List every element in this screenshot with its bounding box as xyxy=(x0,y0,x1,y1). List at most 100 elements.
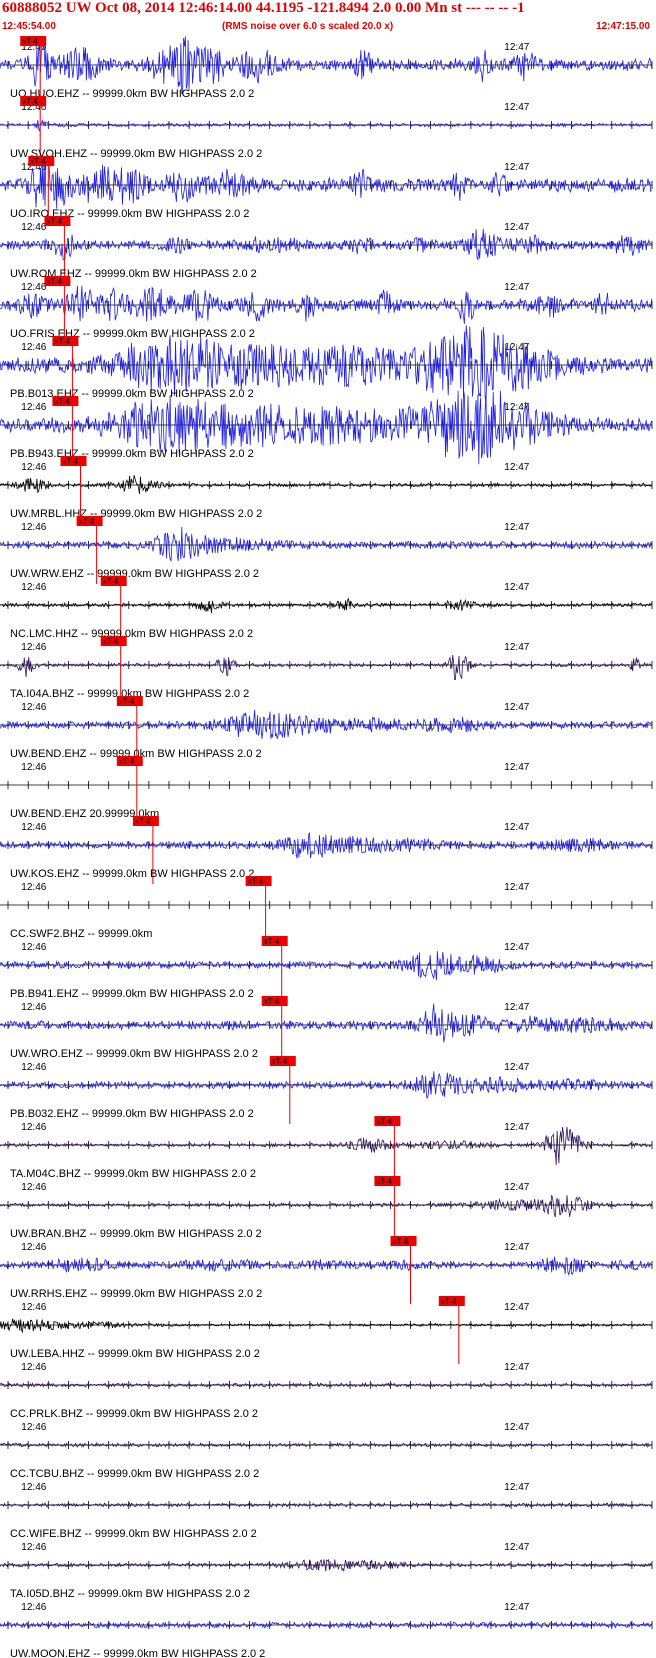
time-label: 12:46 xyxy=(21,522,46,533)
station-label: UW.LEBA.HHZ -- 99999.0km BW HIGHPASS 2.0… xyxy=(10,1348,260,1360)
pick-label: xT-4 xyxy=(54,337,70,346)
time-label: 12:46 xyxy=(21,1062,46,1073)
time-label: 12:46 xyxy=(21,1302,46,1313)
station-label: UO.FRIS.EHZ -- 99999.0km BW HIGHPASS 2.0… xyxy=(10,328,255,340)
trace-19: 12:46 12:47 xT-4 UW.BRAN.BHZ -- 99999.0km B… xyxy=(0,1176,653,1244)
station-label: CC.SWF2.BHZ -- 99999.0km xyxy=(10,928,152,940)
trace-6: 12:46 12:47xT-4PB.B943.EHZ -- 99999.0km B… xyxy=(0,389,653,465)
pick-label: xT-4 xyxy=(119,697,135,706)
waveform xyxy=(0,1003,652,1043)
trace-15: 12:46 12:47 xT-4 PB.B941.EHZ -- 99999.0km B… xyxy=(0,936,653,1004)
station-label: UW.MRBL.HHZ -- 99999.0km BW HIGHPASS 2.0… xyxy=(10,508,262,520)
pick-label: xT-4 xyxy=(46,217,62,226)
trace-18: 12:46 12:47 xT-4 TA.M04C.BHZ -- 99999.0km B… xyxy=(0,1116,653,1184)
time-label: 12:46 xyxy=(21,822,46,833)
time-label: 12:47 xyxy=(504,102,529,113)
trace-14: 12:46 12:47 xT-4 CC.SWF2.BHZ -- 99999.0km xyxy=(0,876,653,944)
pick-label: xT-4 xyxy=(22,37,38,46)
trace-2: 12:46 12:47xT-4UO.IRO.EHZ -- 99999.0km BW… xyxy=(0,155,653,224)
time-label: 12:46 xyxy=(21,402,46,413)
time-label: 12:47 xyxy=(504,582,529,593)
station-label: UW.WRO.EHZ -- 99999.0km BW HIGHPASS 2.0 … xyxy=(10,1048,258,1060)
time-label: 12:47 xyxy=(504,1542,529,1553)
pick-label: xT-4 xyxy=(393,1237,409,1246)
pick-label: xT-4 xyxy=(264,937,280,946)
trace-25: 12:46 12:47 TA.I05D.BHZ -- 99999.0km BW HI… xyxy=(0,1542,653,1600)
trace-10: 12:46 12:47xT-4TA.I04A.BHZ -- 99999.0km B… xyxy=(0,636,653,704)
pick-label: xT-4 xyxy=(54,397,70,406)
waveform xyxy=(0,951,652,981)
pick-label: xT-4 xyxy=(119,757,135,766)
time-label: 12:47 xyxy=(504,1182,529,1193)
station-label: PB.B941.EHZ -- 99999.0km BW HIGHPASS 2.0… xyxy=(10,988,254,1000)
pick-label: xT-4 xyxy=(103,637,119,646)
time-label: 12:47 xyxy=(504,1122,529,1133)
trace-9: 12:46 12:47 xT-4NC.LMC.HHZ -- 99999.0km BW… xyxy=(0,576,653,644)
station-label: UW.BRAN.BHZ -- 99999.0km BW HIGHPASS 2.0… xyxy=(10,1228,262,1240)
time-label: 12:46 xyxy=(21,642,46,653)
trace-7: 12:46 12:47 xT-4UW.MRBL.HHZ -- 99999.0km B… xyxy=(0,456,653,524)
station-label: CC.PRLK.BHZ -- 99999.0km BW HIGHPASS 2.0… xyxy=(10,1408,258,1420)
time-label: 12:47 xyxy=(504,162,529,173)
trace-11: 12:46 12:47xT-4UW.BEND.EHZ -- 99999.0km B… xyxy=(0,696,653,764)
station-label: NC.LMC.HHZ -- 99999.0km BW HIGHPASS 2.0 … xyxy=(10,628,253,640)
time-label: 12:46 xyxy=(21,1362,46,1373)
time-label: 12:46 xyxy=(21,882,46,893)
waveform xyxy=(0,654,652,681)
pick-label: xT-4 xyxy=(79,517,95,526)
pick-label: xT-4 xyxy=(22,97,38,106)
time-label: 12:46 xyxy=(21,222,46,233)
time-label: 12:47 xyxy=(504,822,529,833)
pick-label: xT-4 xyxy=(30,157,46,166)
time-label: 12:46 xyxy=(21,1422,46,1433)
station-label: PB.B943.EHZ -- 99999.0km BW HIGHPASS 2.0… xyxy=(10,448,254,460)
seismogram-plot: 12:46 12:47xT-4UO.HUO.EHZ -- 99999.0km BW… xyxy=(0,36,653,1658)
trace-16: 12:46 12:47 xT-4 UW.WRO.EHZ -- 99999.0km BW… xyxy=(0,996,653,1064)
trace-21: 12:46 12:47 xT-4 UW.LEBA.HHZ -- 99999.0km B… xyxy=(0,1296,653,1364)
waveform xyxy=(0,1126,652,1166)
trace-1: 12:46 12:47xT-4UW.SVOH.EHZ -- 99999.0km B… xyxy=(0,96,653,164)
waveform xyxy=(0,832,652,859)
trace-12: 12:46 12:47xT-4UW.BEND.EHZ 20.99999.0km xyxy=(0,756,653,824)
station-label: CC.WIFE.BHZ -- 99999.0km BW HIGHPASS 2.0… xyxy=(10,1528,257,1540)
time-label: 12:46 xyxy=(21,582,46,593)
time-label: 12:47 xyxy=(504,1302,529,1313)
station-label: PB.B032.EHZ -- 99999.0km BW HIGHPASS 2.0… xyxy=(10,1108,254,1120)
pick-label: xT-4 xyxy=(441,1297,457,1306)
time-label: 12:46 xyxy=(21,1542,46,1553)
trace-22: 12:46 12:47 CC.PRLK.BHZ -- 99999.0km BW HI… xyxy=(0,1362,653,1420)
time-label: 12:47 xyxy=(504,1062,529,1073)
trace-0: 12:46 12:47xT-4UO.HUO.EHZ -- 99999.0km BW… xyxy=(0,36,653,104)
time-label: 12:47 xyxy=(504,1422,529,1433)
waveform xyxy=(0,597,652,614)
time-label: 12:47 xyxy=(504,1602,529,1613)
waveform xyxy=(0,526,652,563)
time-label: 12:46 xyxy=(21,1482,46,1493)
time-label: 12:46 xyxy=(21,1242,46,1253)
time-label: 12:46 xyxy=(21,462,46,473)
time-label: 12:46 xyxy=(21,342,46,353)
time-label: 12:47 xyxy=(504,42,529,53)
time-label: 12:47 xyxy=(504,1482,529,1493)
trace-23: 12:46 12:47 CC.TCBU.BHZ -- 99999.0km BW HI… xyxy=(0,1422,653,1480)
time-label: 12:47 xyxy=(504,1362,529,1373)
time-label: 12:47 xyxy=(504,222,529,233)
pick-label: xT-4 xyxy=(272,1057,288,1066)
trace-24: 12:46 12:47 CC.WIFE.BHZ -- 99999.0km BW HI… xyxy=(0,1482,653,1540)
trace-3: 12:46 12:47xT-4UW.ROM.EHZ -- 99999.0km BW… xyxy=(0,216,653,284)
pick-label: xT-4 xyxy=(264,997,280,1006)
time-label: 12:46 xyxy=(21,762,46,773)
station-label: UW.KOS.EHZ -- 99999.0km BW HIGHPASS 2.0 … xyxy=(10,868,254,880)
station-label: UW.WRW.EHZ -- 99999.0km BW HIGHPASS 2.0 … xyxy=(10,568,259,580)
time-label: 12:47 xyxy=(504,462,529,473)
time-label: 12:47 xyxy=(504,702,529,713)
station-label: UO.HUO.EHZ -- 99999.0km BW HIGHPASS 2.0 … xyxy=(10,88,254,100)
time-label: 12:47 xyxy=(504,762,529,773)
station-label: UW.MOON.EHZ -- 99999.0km BW HIGHPASS 2.0… xyxy=(10,1648,265,1658)
waveform xyxy=(0,228,652,261)
trace-17: 12:46 12:47 xT-4 PB.B032.EHZ -- 99999.0km B… xyxy=(0,1056,653,1124)
time-label: 12:46 xyxy=(21,702,46,713)
trace-8: 12:46 12:47xT-4UW.WRW.EHZ -- 99999.0km BW… xyxy=(0,516,653,584)
time-label: 12:47 xyxy=(504,282,529,293)
waveform xyxy=(0,1381,652,1389)
